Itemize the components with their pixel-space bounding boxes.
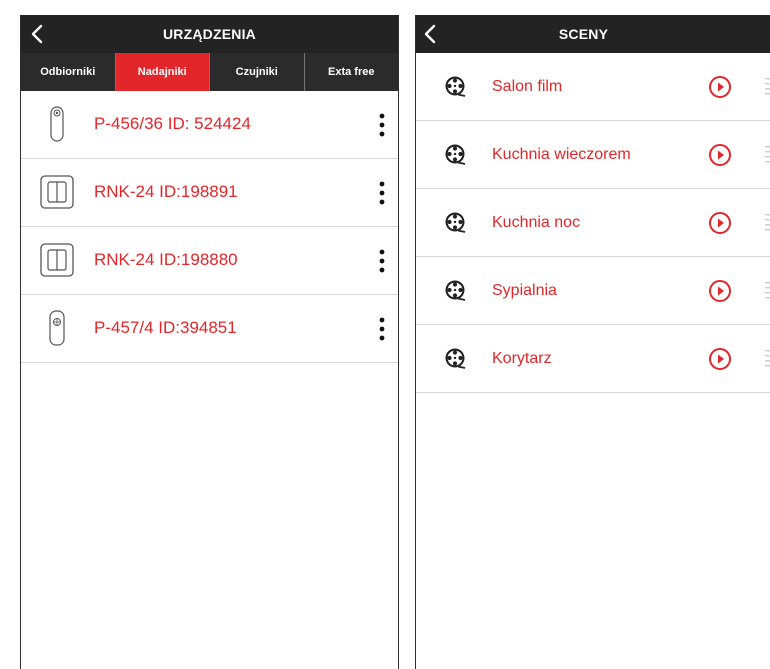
film-reel-icon — [444, 211, 466, 233]
play-icon[interactable] — [708, 211, 732, 235]
drag-handle-icon[interactable] — [765, 143, 770, 167]
tab-odbiorniki[interactable]: Odbiorniki — [21, 53, 116, 91]
device-row[interactable]: RNK-24 ID:198891 — [21, 159, 398, 227]
tab-exta-free[interactable]: Exta free — [305, 53, 399, 91]
scenes-screen: SCENY Salon film Kuchnia wieczorem Kuchn… — [415, 15, 770, 669]
film-reel-icon — [444, 143, 466, 165]
remote-keyfob-icon — [49, 310, 65, 346]
device-label: P-456/36 ID: 524424 — [94, 114, 251, 133]
scenes-header: SCENY — [416, 15, 770, 53]
tab-czujniki[interactable]: Czujniki — [210, 53, 305, 91]
play-icon[interactable] — [708, 143, 732, 167]
wall-switch-icon — [40, 175, 74, 209]
scene-label: Kuchnia noc — [492, 214, 581, 231]
drag-handle-icon[interactable] — [765, 75, 770, 99]
device-row[interactable]: P-457/4 ID:394851 — [21, 295, 398, 363]
device-label: P-457/4 ID:394851 — [94, 318, 237, 337]
scenes-title: SCENY — [558, 26, 609, 42]
scene-row[interactable]: Sypialnia — [416, 257, 770, 325]
device-tabs: Odbiorniki Nadajniki Czujniki Exta free — [21, 53, 398, 91]
tab-nadajniki[interactable]: Nadajniki — [115, 53, 210, 91]
device-row[interactable]: P-456/36 ID: 524424 — [21, 91, 398, 159]
more-options-icon[interactable] — [374, 316, 390, 342]
remote-pendant-icon — [50, 106, 64, 142]
film-reel-icon — [444, 347, 466, 369]
scene-label: Salon film — [492, 78, 563, 95]
scene-label: Kuchnia wieczorem — [492, 146, 631, 163]
play-icon[interactable] — [708, 347, 732, 371]
device-row[interactable]: RNK-24 ID:198880 — [21, 227, 398, 295]
more-options-icon[interactable] — [374, 248, 390, 274]
play-icon[interactable] — [708, 75, 732, 99]
more-options-icon[interactable] — [374, 180, 390, 206]
drag-handle-icon[interactable] — [765, 347, 770, 371]
scene-row[interactable]: Kuchnia noc — [416, 189, 770, 257]
more-options-icon[interactable] — [374, 112, 390, 138]
device-label: RNK-24 ID:198880 — [94, 250, 238, 269]
scene-row[interactable]: Salon film — [416, 53, 770, 121]
devices-title: URZĄDZENIA — [163, 26, 256, 42]
film-reel-icon — [444, 279, 466, 301]
device-label: RNK-24 ID:198891 — [94, 182, 238, 201]
scene-row[interactable]: Korytarz — [416, 325, 770, 393]
scene-row[interactable]: Kuchnia wieczorem — [416, 121, 770, 189]
devices-screen: URZĄDZENIA Odbiorniki Nadajniki Czujniki… — [20, 15, 399, 669]
play-icon[interactable] — [708, 279, 732, 303]
devices-header: URZĄDZENIA — [21, 15, 398, 53]
film-reel-icon — [444, 75, 466, 97]
scene-label: Sypialnia — [492, 282, 557, 299]
drag-handle-icon[interactable] — [765, 211, 770, 235]
wall-switch-icon — [40, 243, 74, 277]
scene-label: Korytarz — [492, 350, 552, 367]
drag-handle-icon[interactable] — [765, 279, 770, 303]
